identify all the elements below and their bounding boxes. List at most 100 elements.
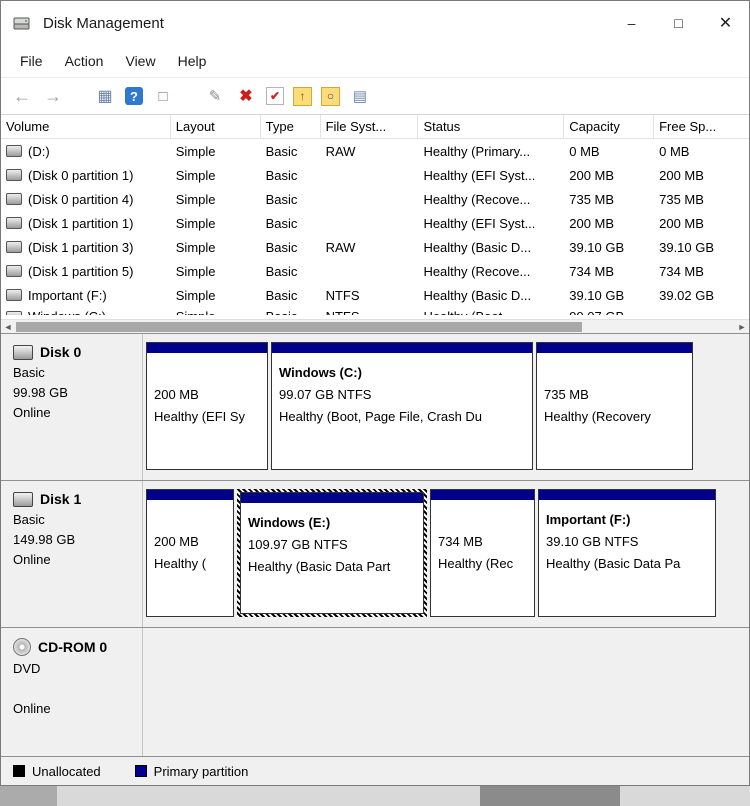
menu-action[interactable]: Action — [54, 48, 115, 74]
table-row[interactable]: Important (F:) Simple Basic NTFS Healthy… — [1, 283, 749, 307]
volume-icon — [6, 145, 22, 157]
volume-icon — [6, 217, 22, 229]
menu-help[interactable]: Help — [167, 48, 218, 74]
disk-1-label[interactable]: Disk 1 Basic 149.98 GB Online — [1, 481, 143, 627]
disk-1-partitions: 200 MB Healthy ( Windows (E:) 109.97 GB … — [143, 481, 749, 627]
table-row[interactable]: (D:) Simple Basic RAW Healthy (Primary..… — [1, 139, 749, 163]
column-header-file-system[interactable]: File Syst... — [321, 115, 419, 138]
volume-name: (Disk 1 partition 3) — [28, 239, 134, 255]
cell-free-space — [654, 307, 749, 309]
table-row[interactable]: (Disk 0 partition 4) Simple Basic Health… — [1, 187, 749, 211]
table-row[interactable]: (Disk 0 partition 1) Simple Basic Health… — [1, 163, 749, 187]
cell-capacity: 200 MB — [569, 215, 615, 231]
scroll-left-icon[interactable]: ◄ — [1, 322, 15, 332]
maximize-button[interactable]: □ — [655, 1, 702, 45]
check-disk-icon[interactable]: ✔ — [266, 87, 284, 105]
properties-icon[interactable]: ▤ — [349, 85, 371, 107]
column-header-capacity[interactable]: Capacity — [564, 115, 655, 138]
disk-kind: Basic — [13, 512, 45, 527]
cell-type: Basic — [265, 239, 298, 255]
volume-icon — [6, 310, 22, 315]
cell-status: Healthy (EFI Syst... — [423, 215, 536, 231]
table-row-clipped[interactable]: Windows (C:) Simple Basic NTFS Healthy (… — [1, 307, 749, 315]
column-header-volume[interactable]: Volume — [1, 115, 171, 138]
help-icon[interactable]: ? — [125, 87, 143, 105]
cell-capacity: 99.07 GB — [564, 307, 654, 315]
column-header-status[interactable]: Status — [418, 115, 565, 138]
partition-windows-e-selected[interactable]: Windows (E:) 109.97 GB NTFS Healthy (Bas… — [237, 489, 427, 617]
table-row[interactable]: (Disk 1 partition 3) Simple Basic RAW He… — [1, 235, 749, 259]
cd-rom-icon — [13, 638, 31, 656]
partition-name — [154, 362, 260, 384]
cell-layout: Simple — [175, 215, 216, 231]
partition-color-band — [537, 343, 692, 355]
cell-capacity: 0 MB — [569, 143, 600, 159]
taskbar-icons-area[interactable] — [480, 786, 620, 806]
menu-view[interactable]: View — [114, 48, 166, 74]
partition-size: 200 MB — [154, 534, 199, 549]
cell-type: Basic — [261, 307, 321, 315]
partition-status: Healthy (Basic Data Part — [248, 559, 391, 574]
volume-name: (Disk 0 partition 4) — [28, 191, 134, 207]
disk-size: 99.98 GB — [13, 385, 68, 400]
scroll-right-icon[interactable]: ► — [735, 322, 749, 332]
tools-icon[interactable]: ✎ — [204, 85, 226, 107]
column-header-free-space[interactable]: Free Sp... — [654, 115, 749, 138]
forward-icon[interactable]: → — [42, 85, 64, 107]
window-controls: – □ ✕ — [608, 1, 749, 45]
column-header-layout[interactable]: Layout — [171, 115, 261, 138]
explore-icon[interactable]: ○ — [321, 86, 340, 106]
horizontal-scrollbar[interactable]: ◄ ► — [1, 319, 749, 333]
cdrom-0-row: CD-ROM 0 DVD Online — [1, 628, 749, 756]
cell-free-space: 200 MB — [659, 215, 704, 231]
partition-color-band — [431, 490, 534, 502]
cell-capacity: 200 MB — [569, 167, 615, 183]
disk-status: Online — [13, 552, 51, 567]
cdrom-0-label[interactable]: CD-ROM 0 DVD Online — [1, 628, 143, 756]
back-icon[interactable]: ← — [11, 85, 33, 107]
legend: Unallocated Primary partition — [1, 756, 749, 785]
scrollbar-thumb[interactable] — [16, 322, 582, 332]
table-row[interactable]: (Disk 1 partition 5) Simple Basic Health… — [1, 259, 749, 283]
cell-status: Healthy (Primary... — [423, 143, 531, 159]
titlebar[interactable]: Disk Management – □ ✕ — [1, 1, 749, 45]
legend-label: Unallocated — [32, 763, 101, 779]
table-row[interactable]: (Disk 1 partition 1) Simple Basic Health… — [1, 211, 749, 235]
console-tree-icon[interactable]: ▦ — [94, 85, 116, 107]
cell-capacity: 39.10 GB — [569, 239, 625, 255]
partition-size: 99.07 GB NTFS — [279, 387, 372, 402]
volume-name: (Disk 0 partition 1) — [28, 167, 134, 183]
disk-kind: Basic — [13, 365, 45, 380]
partition-efi[interactable]: 200 MB Healthy (EFI Sy — [146, 342, 268, 470]
cell-status: Healthy (Recove... — [423, 191, 531, 207]
toolbar: ← → ▦ ? □ ✎ ✖ ✔ ↑ ○ ▤ — [1, 78, 749, 115]
volume-list-header: Volume Layout Type File Syst... Status C… — [1, 115, 749, 139]
cell-free-space: 39.02 GB — [659, 287, 715, 303]
folder-up-icon[interactable]: ↑ — [293, 86, 312, 106]
partition-efi[interactable]: 200 MB Healthy ( — [146, 489, 234, 617]
close-button[interactable]: ✕ — [702, 1, 749, 45]
menu-file[interactable]: File — [9, 48, 54, 74]
partition-size: 734 MB — [438, 534, 483, 549]
disk-0-label[interactable]: Disk 0 Basic 99.98 GB Online — [1, 334, 143, 480]
partition-recovery[interactable]: 735 MB Healthy (Recovery — [536, 342, 693, 470]
cell-file-system: NTFS — [325, 287, 360, 303]
minimize-button[interactable]: – — [608, 1, 655, 45]
partition-recovery[interactable]: 734 MB Healthy (Rec — [430, 489, 535, 617]
delete-volume-icon[interactable]: ✖ — [235, 85, 257, 107]
cell-type: Basic — [265, 215, 298, 231]
primary-partition-swatch — [134, 765, 147, 777]
volume-icon — [6, 169, 22, 181]
desktop-segment — [620, 786, 750, 806]
action-pane-icon[interactable]: □ — [152, 85, 174, 107]
column-header-type[interactable]: Type — [261, 115, 321, 138]
cell-type: Basic — [265, 287, 298, 303]
legend-item-unallocated: Unallocated — [13, 764, 101, 779]
partition-important-f[interactable]: Important (F:) 39.10 GB NTFS Healthy (Ba… — [538, 489, 716, 617]
partition-color-band — [147, 490, 233, 502]
cell-status: Healthy (EFI Syst... — [423, 167, 536, 183]
cell-type: Basic — [265, 191, 298, 207]
partition-windows-c[interactable]: Windows (C:) 99.07 GB NTFS Healthy (Boot… — [271, 342, 533, 470]
disk-0-partitions: 200 MB Healthy (EFI Sy Windows (C:) 99.0… — [143, 334, 749, 480]
